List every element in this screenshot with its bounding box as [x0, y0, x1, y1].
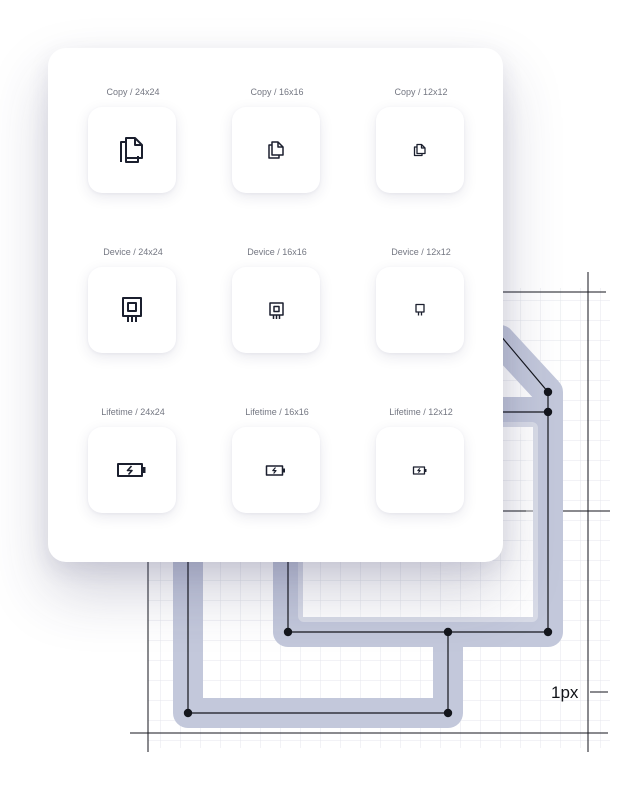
- icon-cell-lifetime-12: Lifetime / 12x12: [376, 407, 466, 513]
- icon-cell-label: Device / 12x12: [391, 247, 451, 257]
- device-icon: [415, 303, 425, 316]
- icon-tile[interactable]: [376, 427, 464, 513]
- icon-cell-lifetime-16: Lifetime / 16x16: [232, 407, 322, 513]
- icon-tile[interactable]: [376, 267, 464, 353]
- copy-icon: [120, 137, 143, 163]
- icon-cell-copy-24: Copy / 24x24: [88, 87, 178, 193]
- icon-cell-label: Device / 16x16: [247, 247, 307, 257]
- icon-cell-label: Device / 24x24: [103, 247, 163, 257]
- device-icon: [122, 297, 142, 322]
- icon-cell-label: Copy / 12x12: [394, 87, 448, 97]
- battery-charging-icon: [117, 463, 146, 477]
- icon-tile[interactable]: [232, 427, 320, 513]
- icon-cell-copy-16: Copy / 16x16: [232, 87, 322, 193]
- copy-icon: [267, 141, 284, 159]
- icon-cell-label: Copy / 24x24: [106, 87, 160, 97]
- icon-cell-label: Lifetime / 24x24: [101, 407, 165, 417]
- device-icon: [268, 301, 284, 319]
- icon-tile[interactable]: [88, 107, 176, 193]
- icon-cell-device-12: Device / 12x12: [376, 247, 466, 353]
- icon-cell-label: Copy / 16x16: [250, 87, 304, 97]
- icon-cell-lifetime-24: Lifetime / 24x24: [88, 407, 178, 513]
- battery-charging-icon: [412, 465, 427, 475]
- copy-icon: [413, 143, 426, 157]
- icon-tile[interactable]: [376, 107, 464, 193]
- icon-cell-device-16: Device / 16x16: [232, 247, 322, 353]
- icon-cell-label: Lifetime / 12x12: [389, 407, 453, 417]
- icon-cell-label: Lifetime / 16x16: [245, 407, 309, 417]
- icon-cell-copy-12: Copy / 12x12: [376, 87, 466, 193]
- icon-tile[interactable]: [88, 267, 176, 353]
- icon-cell-device-24: Device / 24x24: [88, 247, 178, 353]
- battery-charging-icon: [265, 464, 285, 476]
- icon-tile[interactable]: [88, 427, 176, 513]
- icon-sheet-card: Copy / 24x24 Copy / 16x16 Copy / 12x12 D…: [48, 48, 503, 562]
- icon-tile[interactable]: [232, 107, 320, 193]
- stroke-width-label: 1px: [551, 683, 579, 702]
- icon-tile[interactable]: [232, 267, 320, 353]
